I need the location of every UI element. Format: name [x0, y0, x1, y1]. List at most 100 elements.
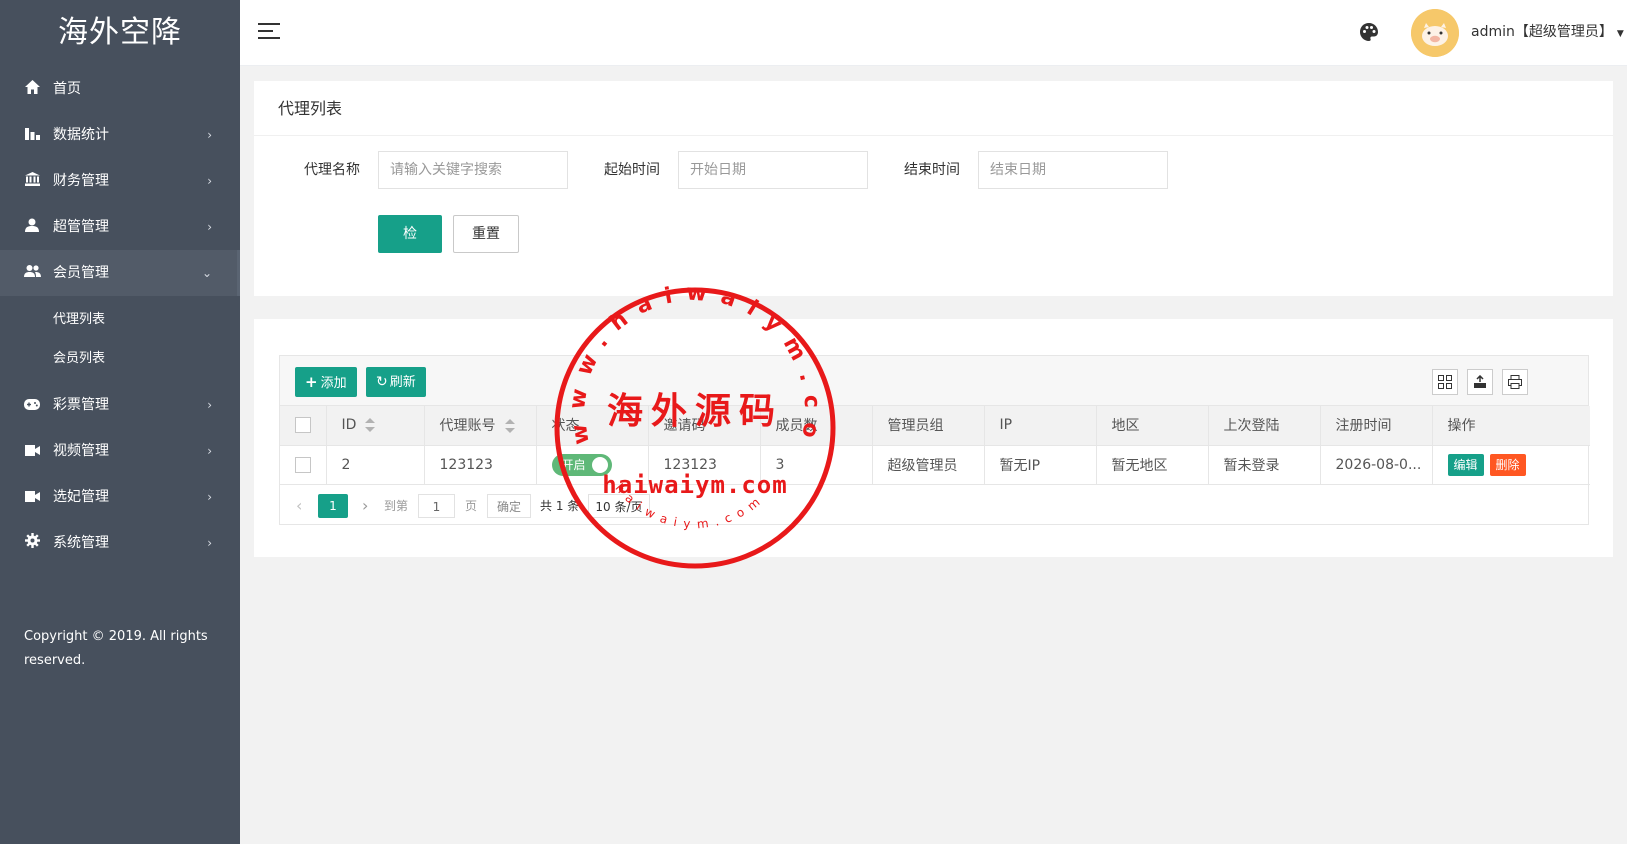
sidebar-item-members[interactable]: 会员管理 ⌄ — [0, 250, 240, 296]
status-toggle[interactable]: 开启 — [551, 453, 612, 476]
chevron-right-icon: › — [207, 444, 212, 458]
column-header-invite: 邀请码 — [648, 406, 761, 446]
avatar[interactable] — [1411, 9, 1459, 57]
sort-icon[interactable] — [365, 418, 376, 433]
sidebar-item-label: 会员管理 — [53, 265, 109, 281]
sidebar-item-label: 视频管理 — [53, 443, 109, 459]
delete-button[interactable]: 删除 — [1489, 453, 1526, 476]
search-card: 代理列表 代理名称 起始时间 结束时间 检索 重置 — [254, 81, 1613, 296]
cell-region: 暂无地区 — [1096, 445, 1209, 485]
edit-button[interactable]: 编辑 — [1447, 453, 1484, 476]
search-form: 代理名称 起始时间 结束时间 — [254, 151, 1613, 189]
sidebar-item-finance[interactable]: 财务管理 › — [0, 158, 240, 204]
chevron-down-icon: ⌄ — [201, 266, 212, 280]
table-row: 2 123123 开启 123123 3 超级管理员 暂无IP 暂无地区 暂未登… — [280, 445, 1590, 485]
agent-name-input[interactable] — [378, 151, 568, 189]
cell-reg-time: 2026-08-0... — [1320, 445, 1433, 485]
end-date-label: 结束时间 — [904, 162, 960, 178]
next-page-icon[interactable]: › — [362, 494, 368, 518]
submenu-item-member-list[interactable]: 会员列表 — [0, 339, 240, 378]
goto-confirm-button[interactable]: 确定 — [487, 494, 531, 518]
bank-icon — [22, 158, 42, 204]
column-header-actions: 操作 — [1432, 406, 1590, 446]
per-page-select[interactable]: 10 条/页 — [588, 494, 650, 518]
agent-table: ID 代理账号 状态 邀请码 成员数 管理员组 IP 地区 上次登陆 注册时间 … — [280, 406, 1590, 485]
user-menu[interactable]: admin【超级管理员】 ▼ — [1471, 0, 1624, 66]
cell-ip: 暂无IP — [984, 445, 1097, 485]
row-checkbox[interactable] — [295, 456, 311, 473]
status-toggle-label: 开启 — [561, 457, 586, 472]
column-header-id[interactable]: ID — [326, 406, 425, 446]
refresh-label: 刷新 — [389, 375, 416, 390]
print-icon[interactable] — [1502, 369, 1528, 395]
sidebar-item-stats[interactable]: 数据统计 › — [0, 112, 240, 158]
app-logo-title: 海外空降 — [58, 15, 182, 50]
cell-account: 123123 — [424, 445, 537, 485]
gamepad-icon — [22, 382, 42, 428]
goto-page-input[interactable]: 1 — [418, 494, 455, 518]
plus-icon: + — [305, 373, 318, 391]
column-header-status: 状态 — [536, 406, 649, 446]
end-date-input[interactable] — [978, 151, 1168, 189]
video-icon — [22, 474, 42, 520]
refresh-icon: ↻ — [376, 374, 388, 390]
export-icon[interactable] — [1467, 369, 1493, 395]
total-count: 共 1 条 — [540, 499, 580, 513]
refresh-button[interactable]: ↻ 刷新 — [366, 367, 426, 397]
cell-group: 超级管理员 — [872, 445, 985, 485]
reset-button[interactable]: 重置 — [453, 215, 519, 253]
column-header-account[interactable]: 代理账号 — [424, 406, 537, 446]
cell-last-login: 暂未登录 — [1208, 445, 1321, 485]
chevron-right-icon: › — [207, 398, 212, 412]
page-number-current[interactable]: 1 — [318, 494, 348, 518]
column-header-region: 地区 — [1096, 406, 1209, 446]
sort-icon[interactable] — [504, 419, 515, 434]
table-card: + 添加 ↻ 刷新 ID 代理账号 状态 邀请码 成员数 管理员组 IP 地区 … — [254, 319, 1613, 557]
table-header-row: ID 代理账号 状态 邀请码 成员数 管理员组 IP 地区 上次登陆 注册时间 … — [280, 406, 1590, 446]
user-name-label: admin【超级管理员】 — [1471, 24, 1613, 40]
chevron-right-icon: › — [207, 128, 212, 142]
row-checkbox-cell — [280, 445, 327, 485]
page-label: 页 — [465, 499, 478, 513]
sidebar-item-system[interactable]: 系统管理 › — [0, 520, 240, 566]
column-header-reg-time: 注册时间 — [1320, 406, 1433, 446]
start-date-input[interactable] — [678, 151, 868, 189]
caret-down-icon: ▼ — [1616, 29, 1624, 39]
agent-name-label: 代理名称 — [304, 162, 360, 178]
data-table: + 添加 ↻ 刷新 ID 代理账号 状态 邀请码 成员数 管理员组 IP 地区 … — [279, 355, 1590, 525]
add-button[interactable]: + 添加 — [295, 367, 357, 397]
menu-toggle-icon[interactable] — [258, 23, 280, 41]
sidebar-item-lottery[interactable]: 彩票管理 › — [0, 382, 240, 428]
prev-page-icon[interactable]: ‹ — [296, 494, 302, 518]
search-button[interactable]: 检索 — [378, 215, 442, 278]
chevron-right-icon: › — [207, 174, 212, 188]
bar-chart-icon — [22, 112, 42, 158]
add-label: 添加 — [320, 376, 347, 391]
sidebar: 海外空降 首页 数据统计 › 财务管理 › 超管管理 › 会员管理 ⌄ 代理列表… — [0, 0, 240, 844]
select-all-checkbox[interactable] — [295, 417, 311, 434]
sidebar-item-video[interactable]: 视频管理 › — [0, 428, 240, 474]
cell-id: 2 — [326, 445, 425, 485]
user-icon — [22, 204, 42, 250]
columns-filter-icon[interactable] — [1432, 369, 1458, 395]
column-header-ip: IP — [984, 406, 1097, 446]
theme-palette-icon[interactable] — [1359, 22, 1379, 42]
header-checkbox-cell — [280, 406, 327, 446]
submenu-item-agent-list[interactable]: 代理列表 — [0, 300, 240, 339]
sidebar-item-label: 财务管理 — [53, 173, 109, 189]
users-icon — [22, 250, 42, 296]
toggle-knob — [591, 456, 608, 473]
sidebar-item-home[interactable]: 首页 — [0, 66, 240, 112]
column-header-last-login: 上次登陆 — [1208, 406, 1321, 446]
cell-invite: 123123 — [648, 445, 761, 485]
chevron-right-icon: › — [207, 490, 212, 504]
sidebar-item-super-admin[interactable]: 超管管理 › — [0, 204, 240, 250]
cell-members: 3 — [760, 445, 873, 485]
goto-label: 到第 — [384, 499, 409, 513]
video-icon — [22, 428, 42, 474]
sidebar-item-label: 选妃管理 — [53, 489, 109, 505]
sidebar-item-label: 超管管理 — [53, 219, 109, 235]
sidebar-item-concubine[interactable]: 选妃管理 › — [0, 474, 240, 520]
column-label: 代理账号 — [439, 418, 496, 435]
pagination: ‹ 1 › 到第 1 页 确定 共 1 条 10 条/页 — [280, 485, 1588, 525]
